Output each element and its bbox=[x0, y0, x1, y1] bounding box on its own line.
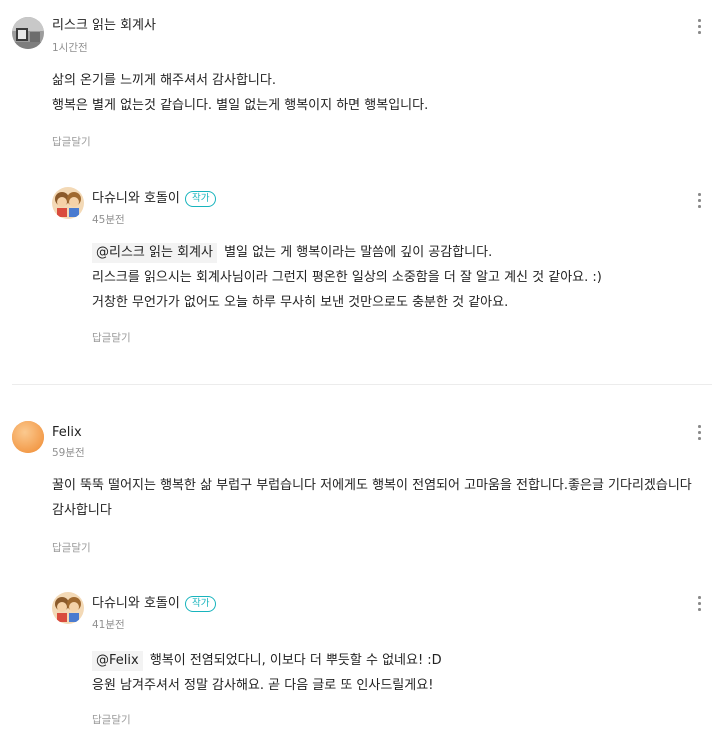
author-badge: 작가 bbox=[185, 596, 217, 612]
comment-line: 삶의 온기를 느끼게 해주셔서 감사합니다. bbox=[52, 73, 276, 88]
reply-time: 45분전 bbox=[92, 214, 125, 226]
reply-time: 41분전 bbox=[92, 619, 125, 631]
avatar[interactable] bbox=[12, 421, 44, 453]
avatar[interactable] bbox=[52, 187, 84, 219]
reply-line: 응원 남겨주셔서 정말 감사해요. 곧 다음 글로 또 인사드릴게요! bbox=[92, 678, 434, 693]
author-badge: 작가 bbox=[185, 191, 217, 207]
reply-author[interactable]: 다슈니와 호돌이 bbox=[92, 595, 180, 613]
reply-line: @Felix 행복이 전염되었다니, 이보다 더 뿌듯할 수 없네요! :D bbox=[92, 648, 442, 673]
more-vertical-icon[interactable] bbox=[693, 593, 705, 613]
mention-tag[interactable]: @리스크 읽는 회계사 bbox=[92, 243, 217, 263]
comment-author[interactable]: Felix bbox=[52, 424, 82, 442]
comment-line: 행복은 별게 없는것 같습니다. 별일 없는게 행복이지 하면 행복입니다. bbox=[52, 98, 429, 113]
reply-button[interactable]: 답글달기 bbox=[92, 713, 131, 727]
reply-author[interactable]: 다슈니와 호돌이 bbox=[92, 190, 180, 208]
comment-body: 꿀이 뚝뚝 떨어지는 행복한 삶 부럽구 부럽습니다 저에게도 행복이 전염되어… bbox=[52, 478, 692, 518]
avatar[interactable] bbox=[52, 592, 84, 624]
reply-text: 별일 없는 게 행복이라는 말씀에 깊이 공감합니다. bbox=[224, 245, 493, 260]
comment-thread: 리스크 읽는 회계사 1시간전 삶의 온기를 느끼게 해주셔서 감사합니다. 행… bbox=[0, 0, 720, 738]
reply-body: @Felix 행복이 전염되었다니, 이보다 더 뿌듯할 수 없네요! :D 응… bbox=[92, 648, 442, 698]
reply-body: @리스크 읽는 회계사 별일 없는 게 행복이라는 말씀에 깊이 공감합니다. … bbox=[92, 240, 602, 315]
comment-divider bbox=[12, 384, 712, 385]
comment-body: 삶의 온기를 느끼게 해주셔서 감사합니다. 행복은 별게 없는것 같습니다. … bbox=[52, 68, 428, 118]
more-vertical-icon[interactable] bbox=[693, 16, 705, 36]
more-vertical-icon[interactable] bbox=[693, 422, 705, 442]
reply-line: 거창한 무언가가 없어도 오늘 하루 무사히 보낸 것만으로도 충분한 것 같아… bbox=[92, 295, 509, 310]
comment-author[interactable]: 리스크 읽는 회계사 bbox=[52, 17, 156, 35]
comment-time: 1시간전 bbox=[52, 42, 88, 54]
mention-tag[interactable]: @Felix bbox=[92, 651, 143, 671]
reply-line: @리스크 읽는 회계사 별일 없는 게 행복이라는 말씀에 깊이 공감합니다. bbox=[92, 240, 602, 265]
reply-button[interactable]: 답글달기 bbox=[52, 541, 91, 555]
reply-line: 리스크를 읽으시는 회계사님이라 그런지 평온한 일상의 소중함을 더 잘 알고… bbox=[92, 270, 602, 285]
reply-button[interactable]: 답글달기 bbox=[92, 331, 131, 345]
avatar[interactable] bbox=[12, 17, 44, 49]
comment-time: 59분전 bbox=[52, 447, 85, 459]
reply-text: 행복이 전염되었다니, 이보다 더 뿌듯할 수 없네요! :D bbox=[149, 653, 442, 668]
reply-button[interactable]: 답글달기 bbox=[52, 135, 91, 149]
more-vertical-icon[interactable] bbox=[693, 190, 705, 210]
